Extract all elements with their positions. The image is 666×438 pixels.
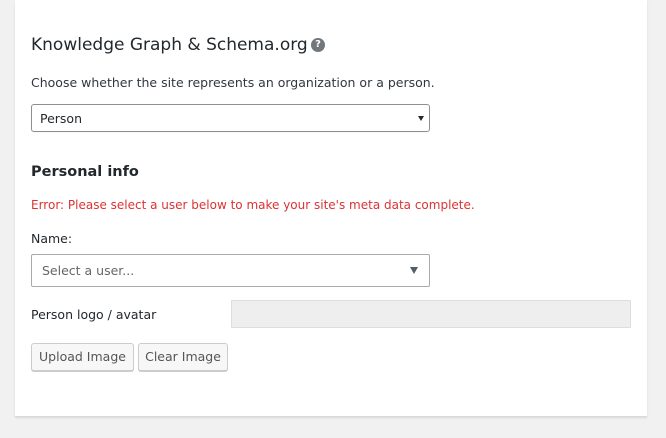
- schema-settings-panel: Knowledge Graph & Schema.org ? Choose wh…: [15, 0, 647, 417]
- selected-type-value: Person: [40, 111, 83, 126]
- personal-info-heading: Personal info: [31, 164, 139, 180]
- person-logo-url-field[interactable]: [231, 300, 631, 328]
- chevron-down-icon: [410, 267, 418, 274]
- name-label: Name:: [31, 231, 73, 246]
- upload-image-button[interactable]: Upload Image: [31, 343, 134, 371]
- organization-person-select[interactable]: Person: [31, 104, 430, 132]
- section-description: Choose whether the site represents an or…: [31, 75, 435, 90]
- user-select-placeholder: Select a user...: [42, 263, 135, 278]
- user-select[interactable]: Select a user...: [31, 254, 430, 287]
- section-title: Knowledge Graph & Schema.org: [31, 35, 308, 55]
- error-message: Error: Please select a user below to mak…: [31, 198, 475, 212]
- clear-image-button[interactable]: Clear Image: [138, 343, 228, 371]
- question-circle-icon[interactable]: ?: [311, 38, 325, 52]
- chevron-down-icon: [418, 116, 424, 121]
- person-logo-label: Person logo / avatar: [31, 307, 157, 322]
